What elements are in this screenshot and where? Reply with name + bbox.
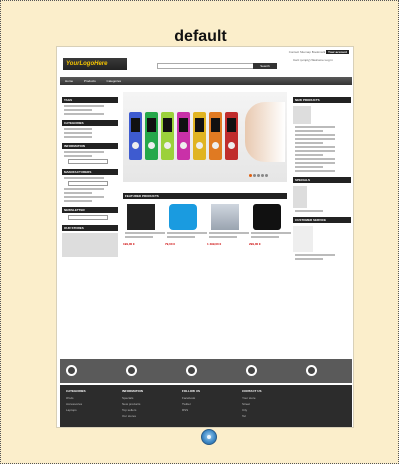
thumb-footer-column: CONTACT US Your store Street City Tel [242, 389, 262, 418]
preview-eye-icon[interactable] [201, 429, 217, 445]
thumb-footer: CATEGORIES iPods Accessories Laptops INF… [60, 385, 352, 427]
thumb-footer-column: FOLLOW US Facebook Twitter RSS [182, 389, 200, 412]
thumb-top-links-highlight: Your account [326, 50, 349, 54]
thumb-footer-column: CATEGORIES iPods Accessories Laptops [66, 389, 86, 412]
thumb-left-box: TAGS [62, 97, 118, 103]
thumb-left-box: NEWSLETTER [62, 207, 118, 213]
thumb-nav-item: Home [65, 79, 74, 83]
thumb-right-box: NEW PRODUCTS [293, 97, 351, 103]
thumb-product: 79,00 € [165, 202, 207, 262]
thumb-left-box: OUR STORES [62, 225, 118, 231]
thumb-nav: Home Products Categories [60, 77, 352, 85]
theme-card: default YourLogoHere Contact Sitemap Boo… [0, 0, 399, 464]
thumb-footer-column: INFORMATION Specials New products Top se… [122, 389, 143, 418]
thumb-cart: Cart: (empty) Welcome Log in [293, 58, 333, 62]
thumb-reassurance-bar [60, 359, 352, 383]
theme-name: default [174, 28, 227, 45]
thumb-left-column: TAGS CATEGORIES INFORMATION MANUFACTURER… [62, 92, 118, 257]
thumb-top-links-text: Contact Sitemap Bookmark [288, 50, 326, 54]
thumb-left-box: CATEGORIES [62, 120, 118, 126]
thumb-right-box: SPECIALS [293, 177, 351, 183]
thumb-right-column: NEW PRODUCTS SPECIALS CUSTOMER SERVICE [293, 92, 351, 260]
theme-thumbnail[interactable]: YourLogoHere Contact Sitemap Bookmark Yo… [56, 46, 354, 428]
thumb-logo: YourLogoHere [63, 58, 127, 70]
thumb-slider-dots [249, 174, 269, 178]
thumb-product: 199,00 € [123, 202, 165, 262]
thumb-left-box: MANUFACTURERS [62, 169, 118, 175]
thumb-featured-heading: FEATURED PRODUCTS [123, 193, 287, 199]
thumb-right-box: CUSTOMER SERVICE [293, 217, 351, 223]
thumb-product: 1 499,00 € [207, 202, 249, 262]
thumb-header: YourLogoHere Contact Sitemap Bookmark Yo… [57, 47, 353, 77]
thumb-left-box: INFORMATION [62, 143, 118, 149]
thumb-product: 299,00 € [249, 202, 291, 262]
thumb-nav-item: Products [83, 79, 96, 83]
thumb-nav-item: Categories [106, 79, 122, 83]
thumb-slider [123, 92, 287, 182]
thumb-top-links: Contact Sitemap Bookmark Your account [289, 50, 349, 54]
thumb-search-button: Search [253, 63, 277, 69]
